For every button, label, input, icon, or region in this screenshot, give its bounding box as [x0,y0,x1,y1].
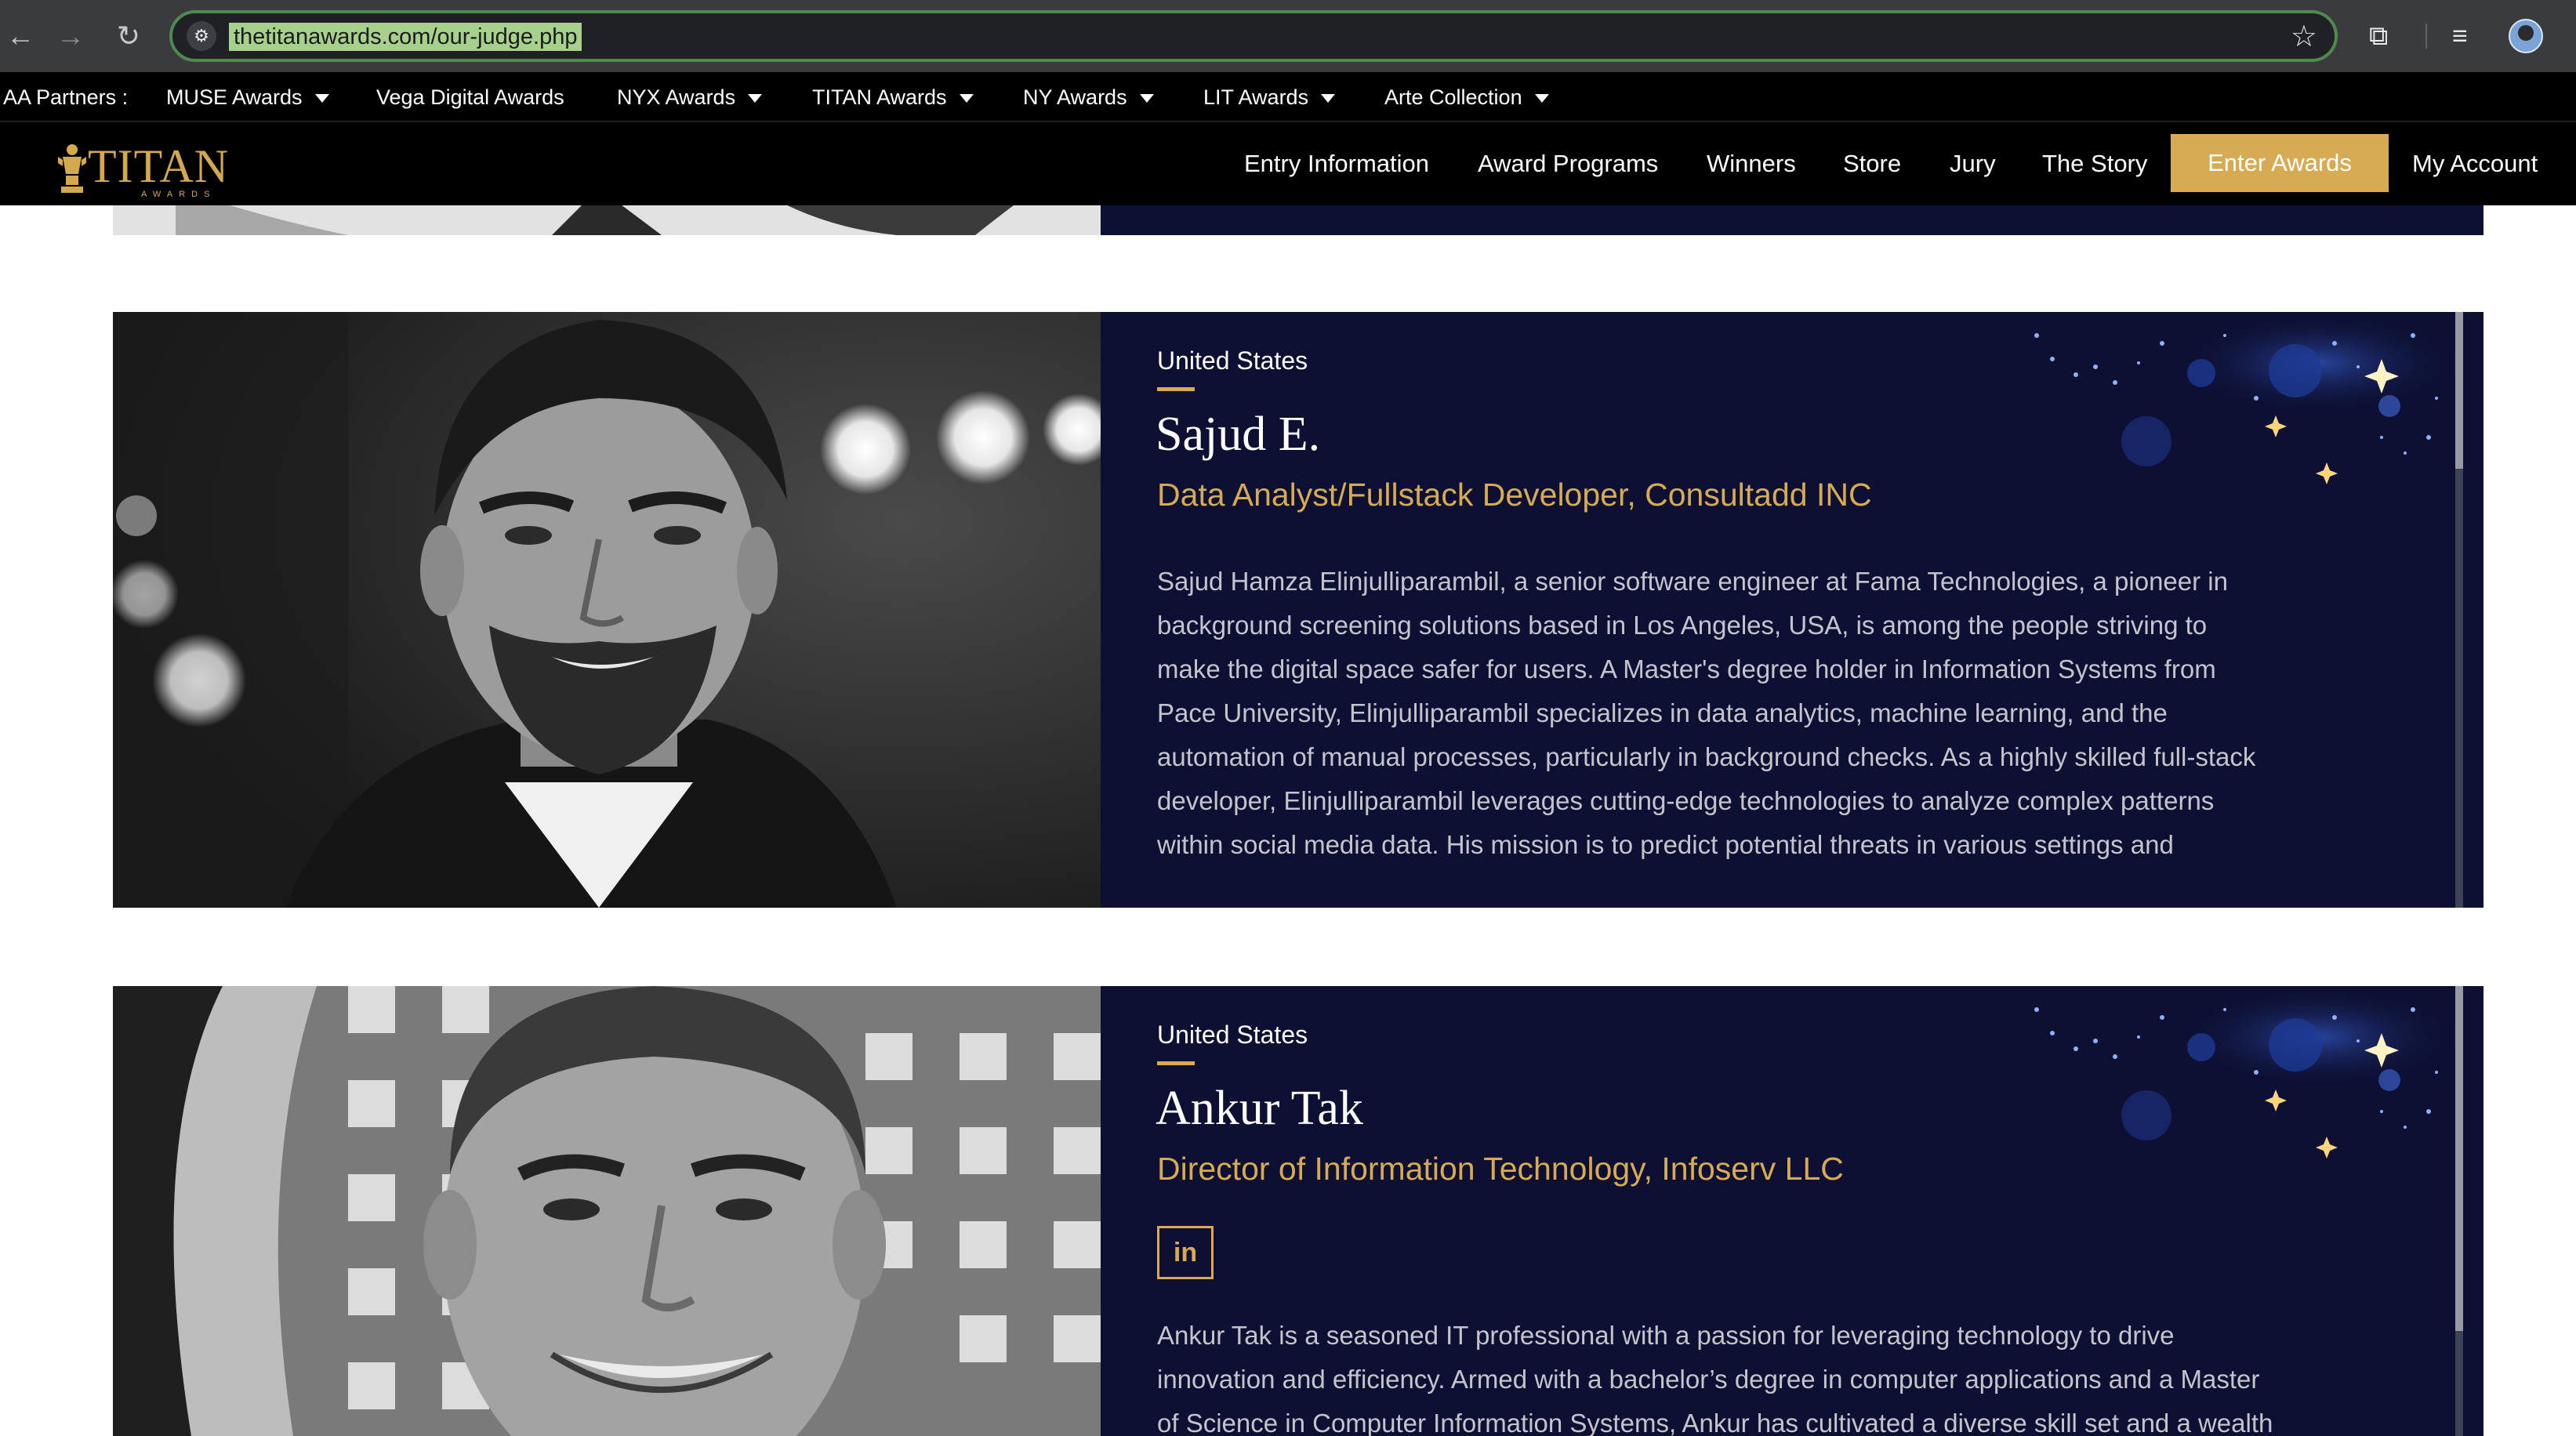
titan-logo[interactable]: TITAN AWARDS [55,140,230,199]
nav-winners[interactable]: Winners [1707,122,1796,205]
nav-store[interactable]: Store [1843,122,1901,205]
judge-info-panel: United States Ankur Tak Director of Info… [1101,986,2483,1436]
judge-name: Sajud E. [1156,408,1321,461]
judge-info-panel: United States Sajud E. Data Analyst/Full… [1101,312,2483,908]
nav-jury[interactable]: Jury [1950,122,1996,205]
chevron-down-icon [959,94,974,103]
logo-wordmark: TITAN [88,140,230,192]
judge-country: United States [1157,1021,1308,1049]
partners-bar: AA Partners : MUSE Awards Vega Digital A… [0,72,2576,122]
judge-name: Ankur Tak [1156,1082,1363,1135]
main-nav: TITAN AWARDS Entry Information Award Pro… [0,122,2576,205]
nav-award-programs[interactable]: Award Programs [1478,122,1658,205]
bio-line: within social media data. His mission is… [1157,830,2174,859]
reload-icon[interactable]: ↻ [108,16,149,56]
bio-scrollbar[interactable] [2455,986,2463,1436]
site-settings-icon[interactable]: ⚙ [187,21,216,51]
judge-title: Director of Information Technology, Info… [1157,1151,1844,1187]
judge-bio: Sajud Hamza Elinjulliparambil, a senior … [1157,560,2349,867]
bookmark-star-icon[interactable]: ☆ [2291,18,2317,56]
judge-photo [113,986,1101,1436]
partner-titan-awards[interactable]: TITAN Awards [812,72,974,122]
profile-avatar[interactable] [2509,19,2543,53]
partner-nyx-awards[interactable]: NYX Awards [617,72,763,122]
chevron-down-icon [1139,94,1154,103]
reading-list-icon[interactable]: ≡ [2452,17,2468,55]
bio-line: Ankur Tak is a seasoned IT professional … [1157,1321,2175,1350]
country-underline [1157,387,1195,391]
trophy-figure-icon [58,144,86,193]
bio-line: of Science in Computer Information Syste… [1157,1409,2273,1436]
chevron-down-icon [748,94,763,103]
extensions-icon[interactable]: ⧉ [2369,17,2388,55]
judge-photo [113,312,1101,908]
forward-icon[interactable]: → [50,16,91,56]
partner-lit-awards[interactable]: LIT Awards [1203,72,1336,122]
partner-muse-awards[interactable]: MUSE Awards [166,72,329,122]
toolbar-divider [2425,24,2427,49]
sparkle-decoration [2034,986,2460,1159]
bio-line: automation of manual processes, particul… [1157,742,2256,771]
bio-line: background screening solutions based in … [1157,611,2208,640]
judge-card: United States Sajud E. Data Analyst/Full… [113,312,2483,908]
chevron-down-icon [314,94,329,103]
scrollbar-thumb[interactable] [2455,986,2463,1331]
bio-line: developer, Elinjulliparambil leverages c… [1157,786,2215,815]
bio-scrollbar[interactable] [2455,312,2463,908]
partner-arte-collection[interactable]: Arte Collection [1384,72,1549,122]
nav-the-story[interactable]: The Story [2042,122,2147,205]
address-bar[interactable]: ⚙ thetitanawards.com/our-judge.php ☆ [169,10,2338,62]
judge-title: Data Analyst/Fullstack Developer, Consul… [1157,477,1872,513]
bio-line: make the digital space safer for users. … [1157,655,2216,684]
scrollbar-thumb[interactable] [2455,312,2463,469]
judge-country: United States [1157,346,1308,375]
sparkle-decoration [2034,312,2460,484]
linkedin-icon[interactable]: in [1157,1226,1214,1279]
bio-line: Pace University, Elinjulliparambil speci… [1157,698,2168,727]
partners-label: AA Partners : [3,85,129,109]
partner-ny-awards[interactable]: NY Awards [1023,72,1154,122]
judge-bio: Ankur Tak is a seasoned IT professional … [1157,1314,2349,1436]
back-icon[interactable]: ← [0,16,41,56]
country-underline [1157,1061,1195,1065]
chevron-down-icon [1534,94,1549,103]
judge-card: United States Ankur Tak Director of Info… [113,986,2483,1436]
logo-subtitle: AWARDS [141,190,216,199]
browser-toolbar: ← → ↻ ⚙ thetitanawards.com/our-judge.php… [0,0,2576,72]
partner-vega-digital-awards[interactable]: Vega Digital Awards [376,72,564,122]
url-text[interactable]: thetitanawards.com/our-judge.php [229,23,582,51]
enter-awards-button[interactable]: Enter Awards [2171,134,2389,192]
nav-entry-information[interactable]: Entry Information [1244,122,1429,205]
chevron-down-icon [1321,94,1336,103]
my-account-link[interactable]: My Account [2412,122,2538,205]
bio-line: innovation and efficiency. Armed with a … [1157,1365,2260,1394]
bio-line: Sajud Hamza Elinjulliparambil, a senior … [1157,567,2228,596]
